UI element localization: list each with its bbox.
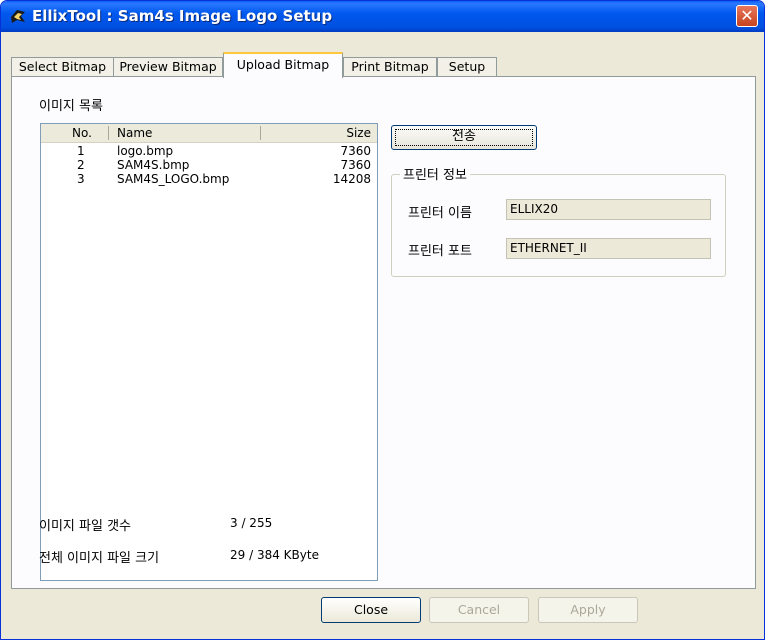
close-button[interactable]: Close [321,597,421,623]
column-header-no[interactable]: No. [72,124,92,142]
file-size-label: 전체 이미지 파일 크기 [39,551,160,566]
list-header: No. Name Size [41,124,377,143]
item-size: 14208 [332,172,371,186]
item-name: SAM4S.bmp [117,158,190,172]
item-no: 1 [77,144,85,158]
title-bar[interactable]: EllixTool : Sam4s Image Logo Setup ✕ [1,1,764,32]
list-item[interactable]: 1 logo.bmp 7360 [41,144,377,158]
item-size: 7360 [340,144,371,158]
app-icon [11,10,25,23]
item-no: 2 [77,158,85,172]
item-size: 7360 [340,158,371,172]
list-item[interactable]: 3 SAM4S_LOGO.bmp 14208 [41,172,377,186]
printer-port-field: ETHERNET_II [506,238,711,259]
list-item[interactable]: 2 SAM4S.bmp 7360 [41,158,377,172]
item-no: 3 [77,172,85,186]
item-name: logo.bmp [117,144,174,158]
printer-name-field: ELLIX20 [506,199,711,220]
tab-print-bitmap[interactable]: Print Bitmap [343,57,437,77]
printer-info-title: 프린터 정보 [400,164,470,183]
apply-button[interactable]: Apply [538,597,638,623]
file-size-value: 29 / 384 KByte [230,548,319,562]
printer-info-group [391,174,726,277]
printer-name-label: 프린터 이름 [408,206,472,221]
send-button[interactable]: 전송 [391,125,537,150]
tab-preview-bitmap[interactable]: Preview Bitmap [113,57,223,77]
dialog-window: EllixTool : Sam4s Image Logo Setup ✕ Sel… [0,0,765,640]
item-name: SAM4S_LOGO.bmp [117,172,230,186]
file-count-value: 3 / 255 [230,516,273,530]
close-window-button[interactable]: ✕ [736,5,758,27]
printer-port-label: 프린터 포트 [408,244,472,259]
tab-upload-bitmap[interactable]: Upload Bitmap [223,52,343,78]
image-list[interactable]: No. Name Size 1 logo.bmp 7360 2 SAM4S.bm… [40,123,378,581]
column-header-name[interactable]: Name [117,124,152,142]
file-count-label: 이미지 파일 갯수 [39,519,131,534]
image-list-label: 이미지 목록 [39,99,103,114]
tab-setup[interactable]: Setup [437,57,497,77]
tab-select-bitmap[interactable]: Select Bitmap [11,57,114,77]
window-title: EllixTool : Sam4s Image Logo Setup [32,7,333,25]
cancel-button[interactable]: Cancel [429,597,529,623]
column-header-size[interactable]: Size [346,124,371,142]
